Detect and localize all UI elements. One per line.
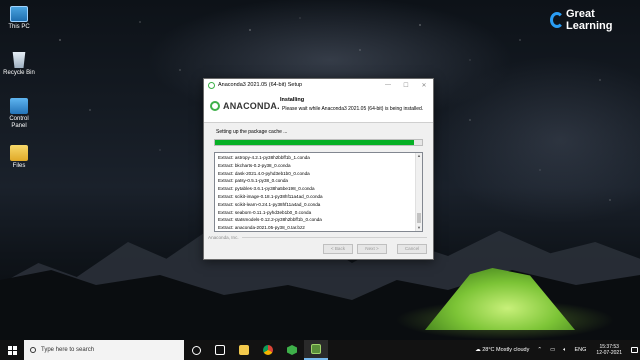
desktop-icon-label: Recycle Bin: [3, 70, 35, 76]
desktop-icon-this-pc[interactable]: This PC: [0, 6, 38, 31]
scroll-up-icon[interactable]: ▲: [416, 153, 422, 159]
desktop-icon-recycle-bin[interactable]: Recycle Bin: [0, 52, 38, 77]
control-panel-icon: [10, 98, 28, 114]
weather-text: 28°C Mostly cloudy: [482, 347, 530, 353]
desktop-icon-label: Files: [12, 163, 26, 169]
cloud-icon: ☁: [475, 347, 481, 353]
search-icon: [30, 347, 36, 353]
next-button[interactable]: Next >: [357, 244, 387, 254]
system-tray: ☁ 28°C Mostly cloudy ⌃ ▭ 🔈︎ ENG 15:37:53…: [471, 340, 640, 360]
taskbar-anaconda-navigator[interactable]: [280, 340, 304, 360]
log-scrollbar[interactable]: ▲ ▼: [415, 153, 422, 231]
minimize-icon[interactable]: —: [379, 82, 397, 88]
button-row: < Back Next > Cancel: [323, 244, 427, 254]
log-line: Extract: pytables-3.6.1-py38ha5be198_0.c…: [218, 186, 315, 192]
search-placeholder: Type here to search: [41, 347, 95, 353]
desktop-icon-control-panel[interactable]: Control Panel: [0, 98, 38, 130]
this-pc-icon: [10, 6, 28, 22]
installer-taskbar-icon: [311, 344, 321, 354]
log-line: Extract: scikit-learn-0.24.1-py38hf11a4a…: [218, 201, 321, 207]
volume-icon[interactable]: 🔈︎: [559, 347, 570, 354]
details-log[interactable]: Extract: astropy-4.2.1-py38h2bbff1b_1.co…: [214, 152, 423, 232]
notifications-button[interactable]: [628, 340, 640, 360]
log-line: Extract: patsy-0.5.1-py38_0.conda: [218, 178, 288, 184]
weather-widget[interactable]: ☁ 28°C Mostly cloudy: [471, 347, 533, 353]
close-icon[interactable]: ✕: [415, 82, 433, 89]
chrome-icon: [263, 345, 273, 355]
brand-name: ANACONDA.: [223, 101, 280, 111]
progress-fill: [215, 140, 414, 145]
start-button[interactable]: [0, 340, 24, 360]
log-line: Extract: bkcharts-0.2-py38_0.conda: [218, 162, 291, 168]
files-icon: [10, 145, 28, 161]
clock-date: 12-07-2021: [596, 350, 622, 356]
window-title: Anaconda3 2021.05 (64-bit) Setup: [218, 82, 303, 88]
taskbar: Type here to search ☁ 28°C Mostly cloudy…: [0, 340, 640, 360]
cortana-button[interactable]: [184, 340, 208, 360]
show-hidden-icons-icon[interactable]: ⌃: [533, 347, 546, 353]
logo-line-1: Great: [566, 8, 595, 20]
status-text: Setting up the package cache ...: [216, 129, 288, 135]
task-view-icon: [215, 345, 225, 355]
log-line: Extract: statsmodels-0.12.2-py38h2bbff1b…: [218, 217, 322, 223]
taskbar-chrome[interactable]: [256, 340, 280, 360]
great-learning-logo: Great Learning: [548, 8, 634, 34]
maximize-icon[interactable]: ☐: [397, 82, 415, 89]
windows-logo-icon: [7, 345, 17, 355]
header-title: Installing: [280, 97, 305, 103]
file-explorer-icon: [239, 345, 249, 355]
clock[interactable]: 15:37:53 12-07-2021: [590, 344, 628, 357]
cancel-button[interactable]: Cancel: [397, 244, 427, 254]
log-line: Extract: scikit-image-0.18.1-py38hf11a4a…: [218, 193, 323, 199]
scroll-thumb[interactable]: [417, 213, 421, 223]
taskbar-search[interactable]: Type here to search: [24, 340, 184, 360]
notifications-icon: [630, 347, 638, 353]
anaconda-brand: ANACONDA.: [210, 101, 280, 111]
log-line: Extract: dask-2021.4.0-pyhd3eb1b0_0.cond…: [218, 170, 310, 176]
footer-brand: Anaconda, Inc.: [208, 235, 239, 240]
back-button[interactable]: < Back: [323, 244, 353, 254]
cortana-icon: [191, 345, 201, 355]
recycle-bin-icon: [12, 52, 26, 68]
log-line: Extract: seaborn-0.11.1-pyhd3eb1b0_0.con…: [218, 209, 312, 215]
scroll-down-icon[interactable]: ▼: [416, 225, 422, 231]
taskbar-installer[interactable]: [304, 340, 328, 360]
language-indicator[interactable]: ENG: [571, 347, 591, 353]
header-subtitle: Please wait while Anaconda3 2021.05 (64-…: [282, 106, 424, 112]
log-line: Extract: anaconda-2021.05-py38_0.tar.bz2: [218, 225, 305, 231]
anaconda-logo-icon: [210, 101, 220, 111]
installer-body: Setting up the package cache ... Extract…: [204, 123, 433, 232]
progress-bar: [214, 139, 423, 146]
log-lines: Extract: astropy-4.2.1-py38h2bbff1b_1.co…: [218, 154, 413, 231]
footer-divider: [242, 237, 427, 238]
anaconda-navigator-icon: [287, 345, 297, 355]
installer-window: Anaconda3 2021.05 (64-bit) Setup — ☐ ✕ A…: [203, 78, 434, 260]
title-bar[interactable]: Anaconda3 2021.05 (64-bit) Setup — ☐ ✕: [204, 79, 433, 91]
logo-line-2: Learning: [566, 20, 613, 32]
network-icon[interactable]: ▭: [546, 347, 559, 353]
taskbar-file-explorer[interactable]: [232, 340, 256, 360]
desktop-icon-label: This PC: [8, 24, 30, 30]
anaconda-app-icon: [208, 81, 215, 89]
desktop-icon-files[interactable]: Files: [0, 145, 38, 170]
task-view-button[interactable]: [208, 340, 232, 360]
great-learning-logo-icon: [550, 12, 564, 28]
log-line: Extract: astropy-4.2.1-py38h2bbff1b_1.co…: [218, 155, 310, 160]
installer-header: ANACONDA. Installing Please wait while A…: [204, 91, 433, 123]
desktop-icon-label: Control Panel: [9, 116, 29, 129]
